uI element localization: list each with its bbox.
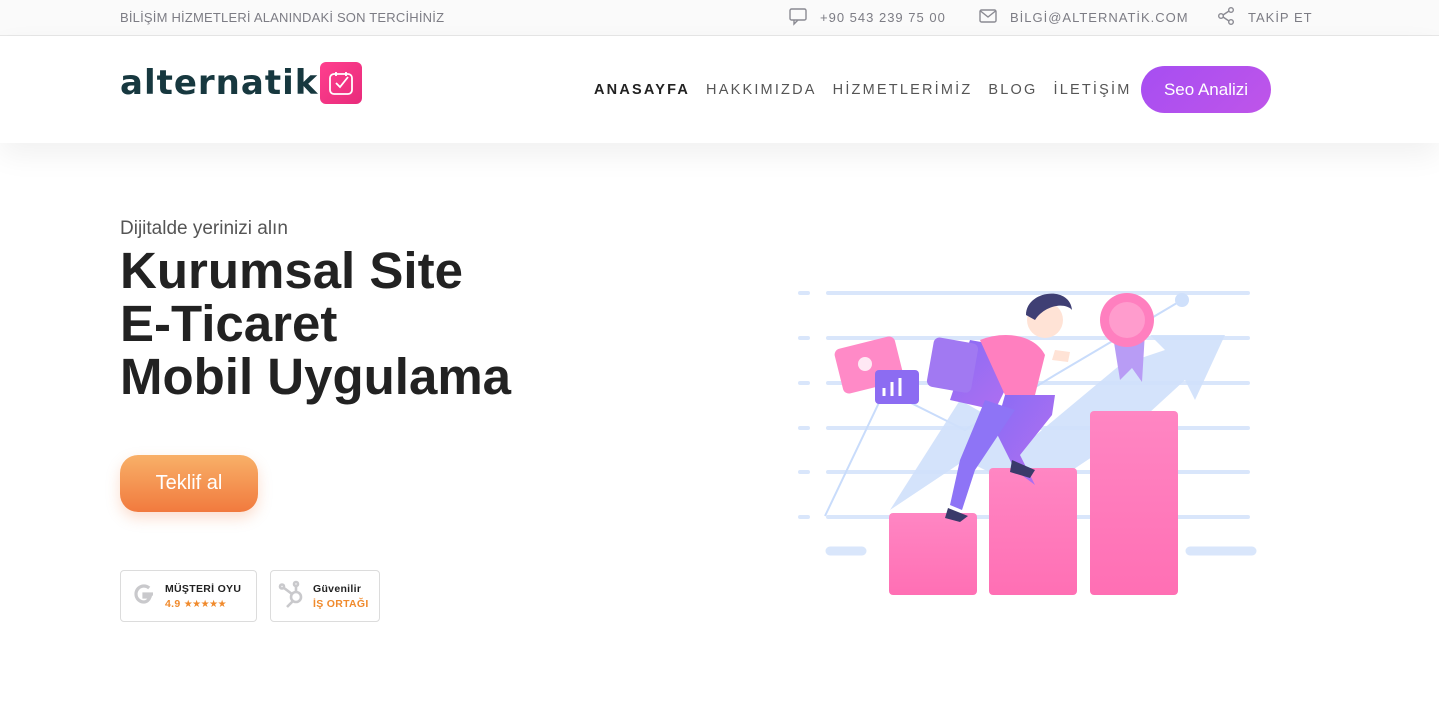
hero-title: Kurumsal Site E-Ticaret Mobil Uygulama <box>120 244 511 403</box>
hero-title-line: Mobil Uygulama <box>120 348 512 405</box>
google-rating-badge[interactable]: MÜŞTERİ OYU 4.9 ★★★★★ <box>120 570 257 622</box>
top-phone-text: +90 543 239 75 00 <box>820 9 946 25</box>
seo-analysis-button[interactable]: Seo Analizi <box>1141 66 1271 113</box>
hero-title-line: Kurumsal Site <box>120 242 463 299</box>
nav-item-home[interactable]: ANASAYFA <box>594 82 690 98</box>
top-follow-link[interactable]: TAKİP ET <box>1216 6 1313 29</box>
hero-subtitle: Dijitalde yerinizi alın <box>120 218 288 239</box>
google-badge-rating-row: 4.9 ★★★★★ <box>165 598 241 610</box>
top-email-link[interactable]: BİLGİ@ALTERNATİK.COM <box>978 7 1189 27</box>
site-logo[interactable]: alternatik <box>120 62 363 104</box>
nav-item-services[interactable]: HİZMETLERİMİZ <box>833 82 973 98</box>
nav-item-blog[interactable]: BLOG <box>988 82 1037 98</box>
google-badge-title: MÜŞTERİ OYU <box>165 582 242 595</box>
nav-item-contact[interactable]: İLETİŞİM <box>1054 82 1132 98</box>
share-icon <box>1216 6 1236 29</box>
top-bar: BİLİŞİM HİZMETLERİ ALANINDAKİ SON TERCİH… <box>0 0 1439 36</box>
logo-text: alternatik <box>120 63 319 103</box>
hubspot-icon <box>276 577 310 616</box>
main-header: alternatik ANASAYFA HAKKIMIZDA HİZMETLER… <box>0 36 1439 143</box>
google-badge-rating: 4.9 <box>165 597 181 610</box>
top-tagline: BİLİŞİM HİZMETLERİ ALANINDAKİ SON TERCİH… <box>120 10 445 25</box>
mail-icon <box>978 6 998 29</box>
get-offer-button[interactable]: Teklif al <box>120 455 258 512</box>
chat-icon <box>788 6 808 29</box>
top-follow-text: TAKİP ET <box>1248 9 1313 25</box>
hero-illustration <box>790 280 1270 610</box>
nav-item-about[interactable]: HAKKIMIZDA <box>706 82 817 98</box>
google-g-icon <box>129 579 159 614</box>
hero-title-line: E-Ticaret <box>120 295 338 352</box>
partner-badge-subtitle: İŞ ORTAĞI <box>313 597 369 610</box>
partner-badge-title: Güvenilir <box>313 582 362 595</box>
trusted-partner-badge[interactable]: Güvenilir İŞ ORTAĞI <box>270 570 380 622</box>
top-phone-link[interactable]: +90 543 239 75 00 <box>788 7 946 27</box>
top-email-text: BİLGİ@ALTERNATİK.COM <box>1010 9 1189 25</box>
main-nav: ANASAYFA HAKKIMIZDA HİZMETLERİMİZ BLOG İ… <box>594 82 1148 98</box>
star-rating-icon: ★★★★★ <box>183 598 227 610</box>
logo-check-icon <box>320 62 363 104</box>
